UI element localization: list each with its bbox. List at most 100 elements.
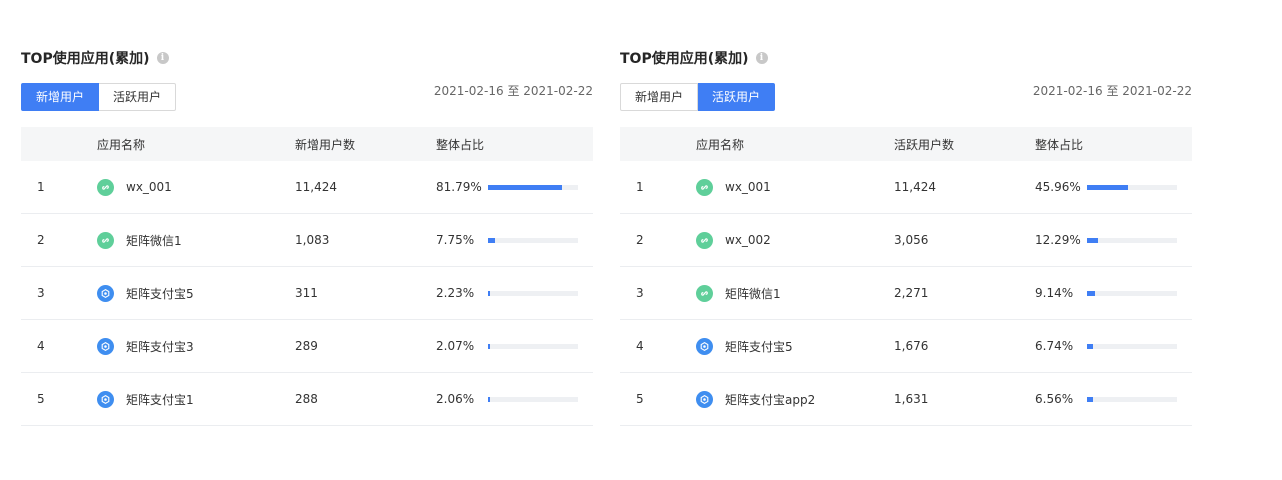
header-user-count: 新增用户数 [295, 137, 356, 152]
top-apps-table: 应用名称 新增用户数 整体占比 1 wx_001 11,424 81.79% 2 矩阵微信… [21, 127, 593, 426]
user-count: 1,676 [894, 339, 929, 353]
user-count: 1,083 [295, 233, 330, 247]
share-percent: 12.29% [1035, 233, 1081, 247]
info-icon[interactable]: i [755, 52, 768, 64]
mini-program-link-icon [97, 231, 114, 249]
row-index: 1 [636, 180, 644, 194]
share-bar-track [488, 184, 578, 190]
tab-active-users[interactable]: 活跃用户 [698, 83, 776, 111]
tab-new-users[interactable]: 新增用户 [21, 83, 100, 111]
user-count: 3,056 [894, 233, 929, 247]
share-percent: 9.14% [1035, 286, 1074, 300]
share-bar-fill [488, 343, 491, 349]
alipay-mini-app-icon [696, 337, 713, 355]
info-icon[interactable]: i [156, 52, 169, 64]
table-row[interactable]: 5 矩阵支付宝app2 1,631 6.56% [620, 373, 1192, 426]
app-name: 矩阵支付宝app2 [725, 392, 816, 407]
row-index: 5 [636, 392, 644, 406]
top-apps-panel-active-users: TOP使用应用(累加) i 新增用户 活跃用户 2021-02-16 至 202… [620, 48, 1192, 426]
share-percent: 6.74% [1035, 339, 1074, 353]
share-bar-fill [488, 290, 491, 296]
app-name: wx_001 [126, 180, 172, 194]
share-cell: 9.14% [1035, 286, 1192, 300]
tab-active-users[interactable]: 活跃用户 [99, 83, 177, 111]
app-name-cell: 矩阵微信1 [97, 231, 295, 249]
table-row[interactable]: 3 矩阵支付宝5 311 2.23% [21, 267, 593, 320]
app-name-cell: wx_001 [97, 178, 295, 196]
share-bar-fill [488, 396, 491, 402]
row-index: 4 [636, 339, 644, 353]
table-row[interactable]: 3 矩阵微信1 2,271 9.14% [620, 267, 1192, 320]
mini-program-link-icon [696, 231, 713, 249]
share-bar-track [488, 396, 578, 402]
share-percent: 2.07% [436, 339, 475, 353]
app-name-cell: 矩阵支付宝5 [97, 284, 295, 302]
share-bar-fill [488, 184, 562, 190]
user-count: 288 [295, 392, 318, 406]
alipay-mini-app-icon [97, 390, 114, 408]
table-row[interactable]: 1 wx_001 11,424 81.79% [21, 161, 593, 214]
alipay-mini-app-icon [97, 337, 114, 355]
table-row[interactable]: 2 矩阵微信1 1,083 7.75% [21, 214, 593, 267]
share-bar-track [488, 290, 578, 296]
app-name-cell: 矩阵微信1 [696, 284, 894, 302]
row-index: 1 [37, 180, 45, 194]
app-name: 矩阵支付宝5 [725, 339, 793, 354]
share-percent: 2.23% [436, 286, 475, 300]
table-row[interactable]: 4 矩阵支付宝5 1,676 6.74% [620, 320, 1192, 373]
user-count: 311 [295, 286, 318, 300]
user-count: 2,271 [894, 286, 929, 300]
table-row[interactable]: 5 矩阵支付宝1 288 2.06% [21, 373, 593, 426]
alipay-mini-app-icon [97, 284, 114, 302]
mini-program-link-icon [97, 178, 114, 196]
share-cell: 6.56% [1035, 392, 1192, 406]
alipay-mini-app-icon [696, 390, 713, 408]
share-percent: 6.56% [1035, 392, 1074, 406]
date-range: 2021-02-16 至 2021-02-22 [433, 84, 593, 98]
share-bar-fill [1087, 237, 1099, 243]
table-header: 应用名称 新增用户数 整体占比 [21, 127, 593, 161]
share-cell: 2.07% [436, 339, 593, 353]
header-app-name: 应用名称 [696, 137, 745, 152]
panel-title: TOP使用应用(累加) [21, 51, 150, 67]
tab-new-users[interactable]: 新增用户 [620, 83, 699, 111]
table-body: 1 wx_001 11,424 81.79% 2 矩阵微信1 1,083 7.75% 3 矩阵支付… [21, 161, 593, 426]
share-bar-track [1087, 290, 1177, 296]
share-cell: 81.79% [436, 180, 593, 194]
app-name: 矩阵支付宝1 [126, 392, 194, 407]
table-row[interactable]: 2 wx_002 3,056 12.29% [620, 214, 1192, 267]
app-name: 矩阵微信1 [725, 286, 781, 301]
share-bar-fill [1087, 396, 1093, 402]
panel-title: TOP使用应用(累加) [620, 51, 749, 67]
app-name-cell: 矩阵支付宝app2 [696, 390, 894, 408]
share-bar-track [1087, 184, 1177, 190]
panel-title-row: TOP使用应用(累加) i [21, 48, 593, 68]
app-name: 矩阵微信1 [126, 233, 182, 248]
share-percent: 45.96% [1035, 180, 1081, 194]
app-name: 矩阵支付宝3 [126, 339, 194, 354]
app-name-cell: wx_001 [696, 178, 894, 196]
row-index: 3 [636, 286, 644, 300]
table-row[interactable]: 1 wx_001 11,424 45.96% [620, 161, 1192, 214]
share-cell: 6.74% [1035, 339, 1192, 353]
app-name: wx_002 [725, 233, 771, 247]
table-header: 应用名称 活跃用户数 整体占比 [620, 127, 1192, 161]
table-row[interactable]: 4 矩阵支付宝3 289 2.07% [21, 320, 593, 373]
app-name: wx_001 [725, 180, 771, 194]
app-name-cell: 矩阵支付宝5 [696, 337, 894, 355]
table-body: 1 wx_001 11,424 45.96% 2 wx_002 3,056 12.29% 3 矩阵… [620, 161, 1192, 426]
header-user-count: 活跃用户数 [894, 137, 955, 152]
row-index: 2 [37, 233, 45, 247]
share-bar-track [1087, 343, 1177, 349]
share-cell: 7.75% [436, 233, 593, 247]
share-bar-fill [488, 237, 495, 243]
share-percent: 81.79% [436, 180, 482, 194]
controls-row: 新增用户 活跃用户 2021-02-16 至 2021-02-22 [620, 83, 1192, 111]
app-name: 矩阵支付宝5 [126, 286, 194, 301]
user-count: 11,424 [894, 180, 936, 194]
header-app-name: 应用名称 [97, 137, 146, 152]
share-bar-fill [1087, 343, 1094, 349]
date-range: 2021-02-16 至 2021-02-22 [1032, 84, 1192, 98]
share-cell: 45.96% [1035, 180, 1192, 194]
share-bar-track [1087, 396, 1177, 402]
